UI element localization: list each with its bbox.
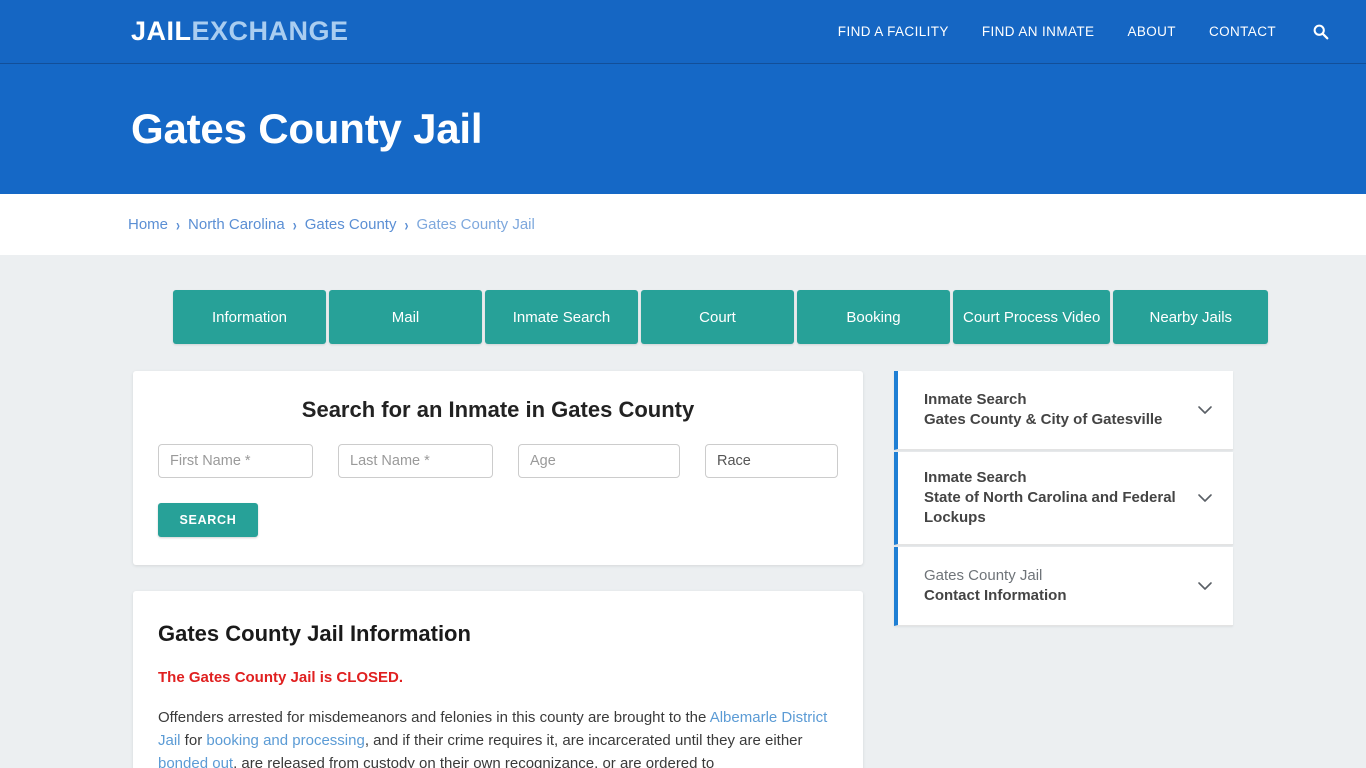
paragraph-text-1: Offenders arrested for misdemeanors and …: [158, 709, 710, 726]
link-bonded-out[interactable]: bonded out: [158, 755, 233, 768]
paragraph-text-3: , and if their crime requires it, are in…: [364, 732, 803, 749]
paragraph-text-4: , are released from custody on their own…: [233, 755, 715, 768]
breadcrumb-item-north-carolina[interactable]: North Carolina: [188, 216, 285, 233]
tab-nearby-jails[interactable]: Nearby Jails: [1113, 290, 1269, 344]
breadcrumb-separator-icon: ›: [404, 215, 409, 234]
facility-tab-bar: Information Mail Inmate Search Court Boo…: [173, 290, 1269, 344]
nav-item-find-an-inmate[interactable]: FIND AN INMATE: [982, 24, 1095, 39]
chevron-down-icon: [1195, 400, 1215, 420]
accordion-subtitle: Gates County & City of Gatesville: [924, 411, 1163, 428]
breadcrumb-bar: Home › North Carolina › Gates County › G…: [0, 194, 1366, 255]
search-form-row: Race: [158, 444, 838, 478]
logo-text-exchange: EXCHANGE: [191, 16, 349, 46]
page-body: Information Mail Inmate Search Court Boo…: [0, 255, 1366, 768]
breadcrumb-item-home[interactable]: Home: [128, 216, 168, 233]
last-name-input[interactable]: [338, 444, 493, 478]
tab-information[interactable]: Information: [173, 290, 326, 344]
tab-mail[interactable]: Mail: [329, 290, 482, 344]
breadcrumb-separator-icon: ›: [176, 215, 181, 234]
closed-status-notice: The Gates County Jail is CLOSED.: [158, 669, 404, 686]
accordion-text: Inmate Search Gates County & City of Gat…: [924, 390, 1185, 430]
sidebar-column: Inmate Search Gates County & City of Gat…: [894, 371, 1233, 626]
nav-item-about[interactable]: ABOUT: [1127, 24, 1176, 39]
breadcrumb-item-current: Gates County Jail: [416, 216, 535, 233]
accordion-inmate-search-county[interactable]: Inmate Search Gates County & City of Gat…: [894, 371, 1233, 450]
link-booking-and-processing[interactable]: booking and processing: [206, 732, 364, 749]
accordion-title: Inmate Search: [924, 469, 1027, 486]
main-column: Search for an Inmate in Gates County Rac…: [133, 371, 863, 768]
primary-nav-links: FIND A FACILITY FIND AN INMATE ABOUT CON…: [838, 21, 1346, 43]
accordion-title: Inmate Search: [924, 391, 1027, 408]
page-hero: Gates County Jail: [0, 64, 1366, 194]
first-name-input[interactable]: [158, 444, 313, 478]
top-navigation-bar: JAILEXCHANGE FIND A FACILITY FIND AN INM…: [0, 0, 1366, 64]
information-paragraph: Offenders arrested for misdemeanors and …: [158, 706, 838, 768]
accordion-subtitle: Contact Information: [924, 587, 1067, 604]
search-card-heading: Search for an Inmate in Gates County: [301, 397, 695, 422]
search-button[interactable]: SEARCH: [158, 503, 258, 537]
content-container: Information Mail Inmate Search Court Boo…: [133, 290, 1269, 768]
accordion-subtitle: State of North Carolina and Federal Lock…: [924, 489, 1176, 526]
chevron-down-icon: [1195, 488, 1215, 508]
breadcrumb-separator-icon: ›: [292, 215, 297, 234]
nav-item-contact[interactable]: CONTACT: [1209, 24, 1276, 39]
tab-court-process-video[interactable]: Court Process Video: [953, 290, 1111, 344]
logo-text-jail: JAIL: [131, 16, 192, 46]
accordion-title: Gates County Jail: [924, 567, 1043, 584]
age-input[interactable]: [518, 444, 680, 478]
paragraph-text-2: for: [180, 732, 207, 749]
chevron-down-icon: [1195, 576, 1215, 596]
accordion-contact-information[interactable]: Gates County Jail Contact Information: [894, 547, 1233, 626]
jail-information-card: Gates County Jail Information The Gates …: [133, 591, 863, 768]
breadcrumb-item-gates-county[interactable]: Gates County: [305, 216, 397, 233]
accordion-text: Gates County Jail Contact Information: [924, 566, 1185, 606]
race-select[interactable]: Race: [705, 444, 838, 478]
site-logo[interactable]: JAILEXCHANGE: [131, 16, 349, 47]
search-icon[interactable]: [1309, 21, 1331, 43]
accordion-text: Inmate Search State of North Carolina an…: [924, 468, 1185, 528]
two-column-layout: Search for an Inmate in Gates County Rac…: [133, 371, 1233, 768]
tab-booking[interactable]: Booking: [797, 290, 950, 344]
page-title: Gates County Jail: [131, 105, 483, 152]
information-heading: Gates County Jail Information: [158, 621, 471, 646]
nav-item-find-a-facility[interactable]: FIND A FACILITY: [838, 24, 949, 39]
breadcrumb: Home › North Carolina › Gates County › G…: [128, 215, 535, 234]
accordion-inmate-search-state-federal[interactable]: Inmate Search State of North Carolina an…: [894, 452, 1233, 545]
tab-court[interactable]: Court: [641, 290, 794, 344]
inmate-search-card: Search for an Inmate in Gates County Rac…: [133, 371, 863, 565]
tab-inmate-search[interactable]: Inmate Search: [485, 290, 638, 344]
